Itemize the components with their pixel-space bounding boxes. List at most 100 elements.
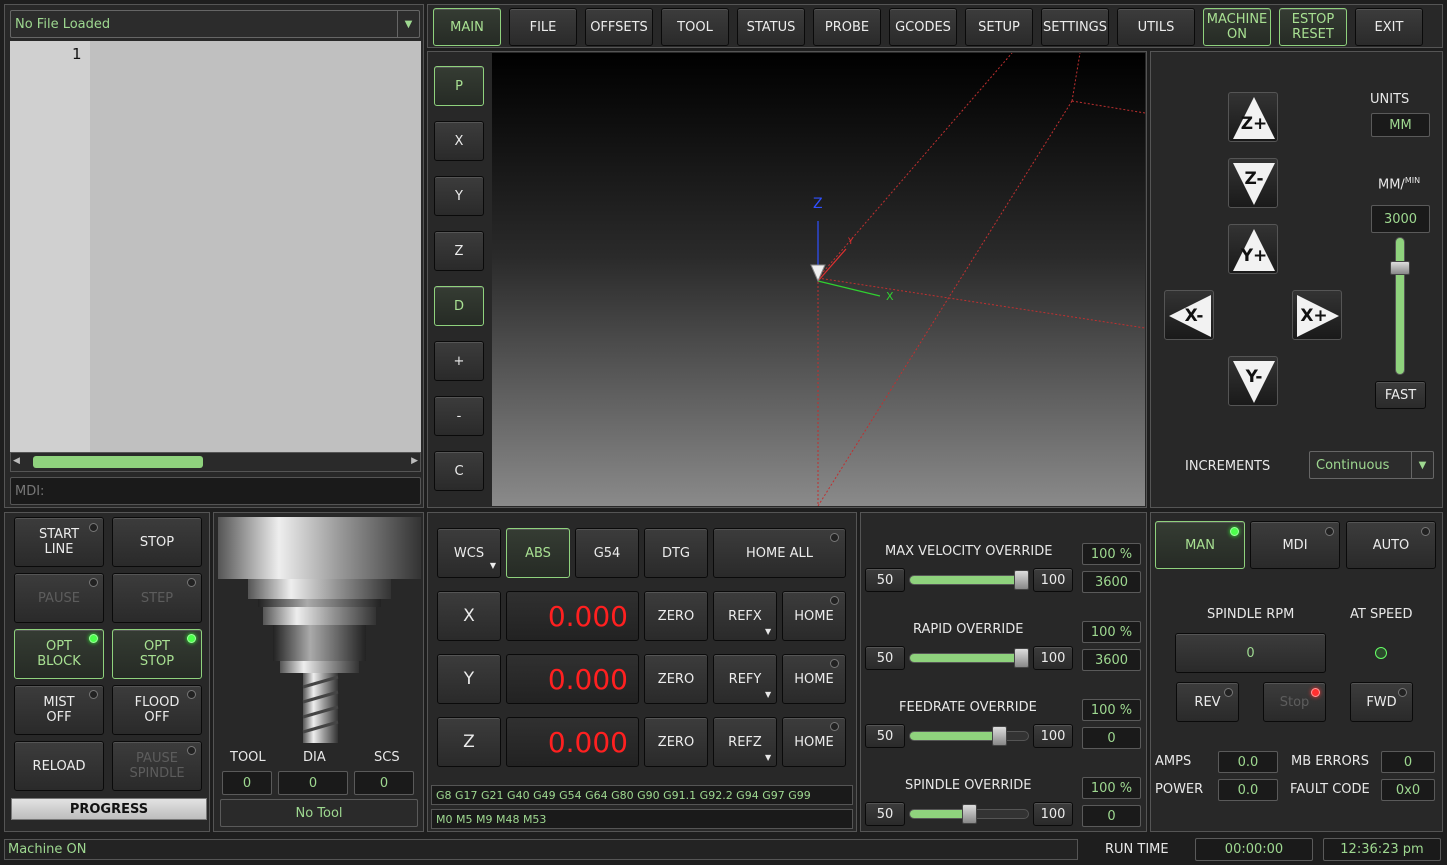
- clear-view-button[interactable]: C: [434, 451, 484, 491]
- feedrate-max-button[interactable]: 100: [1033, 724, 1073, 748]
- tab-file[interactable]: FILE: [509, 8, 577, 46]
- rapid-max-button[interactable]: 100: [1033, 646, 1073, 670]
- chevron-down-icon[interactable]: ▼: [1411, 452, 1433, 478]
- jog-rate-slider-handle[interactable]: [1390, 261, 1410, 276]
- feedrate-override-slider-fill: [910, 732, 999, 740]
- gcode-editor[interactable]: 1: [10, 41, 421, 453]
- max-velocity-min-button[interactable]: 50: [865, 568, 905, 592]
- mdi-input[interactable]: MDI:: [10, 477, 421, 505]
- tab-tool[interactable]: TOOL: [661, 8, 729, 46]
- jog-zminus-button[interactable]: Z-: [1228, 158, 1278, 208]
- zero-z-button[interactable]: ZERO: [644, 717, 708, 767]
- jog-rate-value[interactable]: 3000: [1371, 205, 1430, 233]
- rapid-override-slider[interactable]: [909, 648, 1029, 668]
- max-velocity-max-button[interactable]: 100: [1033, 568, 1073, 592]
- tab-settings[interactable]: SETTINGS: [1041, 8, 1109, 46]
- axis-x-button[interactable]: X: [437, 591, 501, 641]
- exit-button[interactable]: EXIT: [1355, 8, 1423, 46]
- axis-label-x: X: [886, 290, 894, 303]
- spindle-fwd-button[interactable]: FWD: [1350, 682, 1413, 722]
- view-z-button[interactable]: Z: [434, 231, 484, 271]
- feedrate-min-button[interactable]: 50: [865, 724, 905, 748]
- tab-status[interactable]: STATUS: [737, 8, 805, 46]
- pause-spindle-led: [187, 746, 196, 755]
- feedrate-override-slider-handle[interactable]: [991, 726, 1007, 746]
- stop-button[interactable]: STOP: [112, 517, 202, 567]
- home-all-button[interactable]: HOME ALL: [713, 528, 846, 578]
- zero-x-button[interactable]: ZERO: [644, 591, 708, 641]
- jog-yplus-button[interactable]: Y+: [1228, 224, 1278, 274]
- dia-label: DIA: [303, 750, 326, 765]
- tab-setup[interactable]: SETUP: [965, 8, 1033, 46]
- rapid-min-button[interactable]: 50: [865, 646, 905, 670]
- tab-offsets[interactable]: OFFSETS: [585, 8, 653, 46]
- run-time-label: RUN TIME: [1105, 842, 1169, 857]
- max-velocity-slider[interactable]: [909, 570, 1029, 590]
- horizontal-scrollbar[interactable]: ◀ ▶: [10, 452, 421, 472]
- mode-auto-button[interactable]: AUTO: [1346, 521, 1436, 569]
- fast-button[interactable]: FAST: [1375, 381, 1426, 409]
- axis-label-y: Y: [848, 237, 854, 247]
- jog-rate-slider[interactable]: [1390, 237, 1410, 375]
- file-combo[interactable]: No File Loaded ▼: [10, 10, 420, 38]
- scroll-left-icon[interactable]: ◀: [13, 456, 20, 466]
- rapid-override-label: RAPID OVERRIDE: [913, 622, 1024, 637]
- feedrate-override-slider[interactable]: [909, 726, 1029, 746]
- axis-z-button[interactable]: Z: [437, 717, 501, 767]
- tab-gcodes[interactable]: GCODES: [889, 8, 957, 46]
- g54-button[interactable]: G54: [575, 528, 639, 578]
- file-combo-label: No File Loaded: [15, 17, 111, 32]
- zero-y-button[interactable]: ZERO: [644, 654, 708, 704]
- fwd-led: [1398, 688, 1407, 697]
- jog-zminus-label: Z-: [1244, 169, 1264, 189]
- start-line-button[interactable]: START LINE: [14, 517, 104, 567]
- view-p-button[interactable]: P: [434, 66, 484, 106]
- fault-code-label: FAULT CODE: [1290, 782, 1370, 797]
- spindle-min-button[interactable]: 50: [865, 802, 905, 826]
- spindle-max-button[interactable]: 100: [1033, 802, 1073, 826]
- reload-button[interactable]: RELOAD: [14, 741, 104, 791]
- mode-mdi-button[interactable]: MDI: [1250, 521, 1340, 569]
- dtg-button[interactable]: DTG: [644, 528, 708, 578]
- jog-xminus-button[interactable]: X-: [1164, 290, 1214, 340]
- mdi-placeholder: MDI:: [15, 484, 45, 499]
- tab-main[interactable]: MAIN: [433, 8, 501, 46]
- mode-man-button[interactable]: MAN: [1155, 521, 1245, 569]
- mdi-led: [1325, 527, 1334, 536]
- estop-reset-button[interactable]: ESTOP RESET: [1279, 8, 1347, 46]
- scroll-right-icon[interactable]: ▶: [411, 456, 418, 466]
- abs-button[interactable]: ABS: [506, 528, 570, 578]
- max-velocity-slider-handle[interactable]: [1014, 570, 1029, 590]
- spindle-rev-button[interactable]: REV: [1176, 682, 1239, 722]
- spindle-rpm-value: 0: [1175, 633, 1326, 673]
- scrollbar-thumb[interactable]: [33, 456, 203, 468]
- feedrate-override-pct: 100 %: [1082, 699, 1141, 721]
- jog-xplus-button[interactable]: X+: [1292, 290, 1342, 340]
- power-value: 0.0: [1218, 779, 1278, 801]
- spindle-stop-button[interactable]: Stop: [1263, 682, 1326, 722]
- view-d-button[interactable]: D: [434, 286, 484, 326]
- jog-xminus-label: X-: [1184, 306, 1204, 326]
- gcode-viewport[interactable]: Z Y X: [492, 53, 1145, 506]
- chevron-down-icon[interactable]: ▼: [397, 11, 419, 37]
- dro-z-value: 0.000: [506, 717, 639, 767]
- tab-probe[interactable]: PROBE: [813, 8, 881, 46]
- wcs-button[interactable]: WCS ▼: [437, 528, 501, 578]
- view-x-button[interactable]: X: [434, 121, 484, 161]
- feedrate-override-label: FEEDRATE OVERRIDE: [899, 700, 1037, 715]
- view-y-button[interactable]: Y: [434, 176, 484, 216]
- jog-yminus-button[interactable]: Y-: [1228, 356, 1278, 406]
- rapid-override-slider-handle[interactable]: [1014, 648, 1029, 668]
- jog-zplus-button[interactable]: Z+: [1228, 92, 1278, 142]
- spindle-override-slider-handle[interactable]: [962, 804, 977, 824]
- active-mcodes: M0 M5 M9 M48 M53: [431, 809, 853, 829]
- spindle-override-slider[interactable]: [909, 804, 1029, 824]
- increments-select[interactable]: Continuous ▼: [1309, 451, 1434, 479]
- units-value[interactable]: MM: [1371, 113, 1430, 137]
- zoom-out-button[interactable]: -: [434, 396, 484, 436]
- axis-y-button[interactable]: Y: [437, 654, 501, 704]
- step-led: [187, 578, 196, 587]
- machine-on-button[interactable]: MACHINE ON: [1203, 8, 1271, 46]
- zoom-in-button[interactable]: +: [434, 341, 484, 381]
- tab-utils[interactable]: UTILS: [1117, 8, 1195, 46]
